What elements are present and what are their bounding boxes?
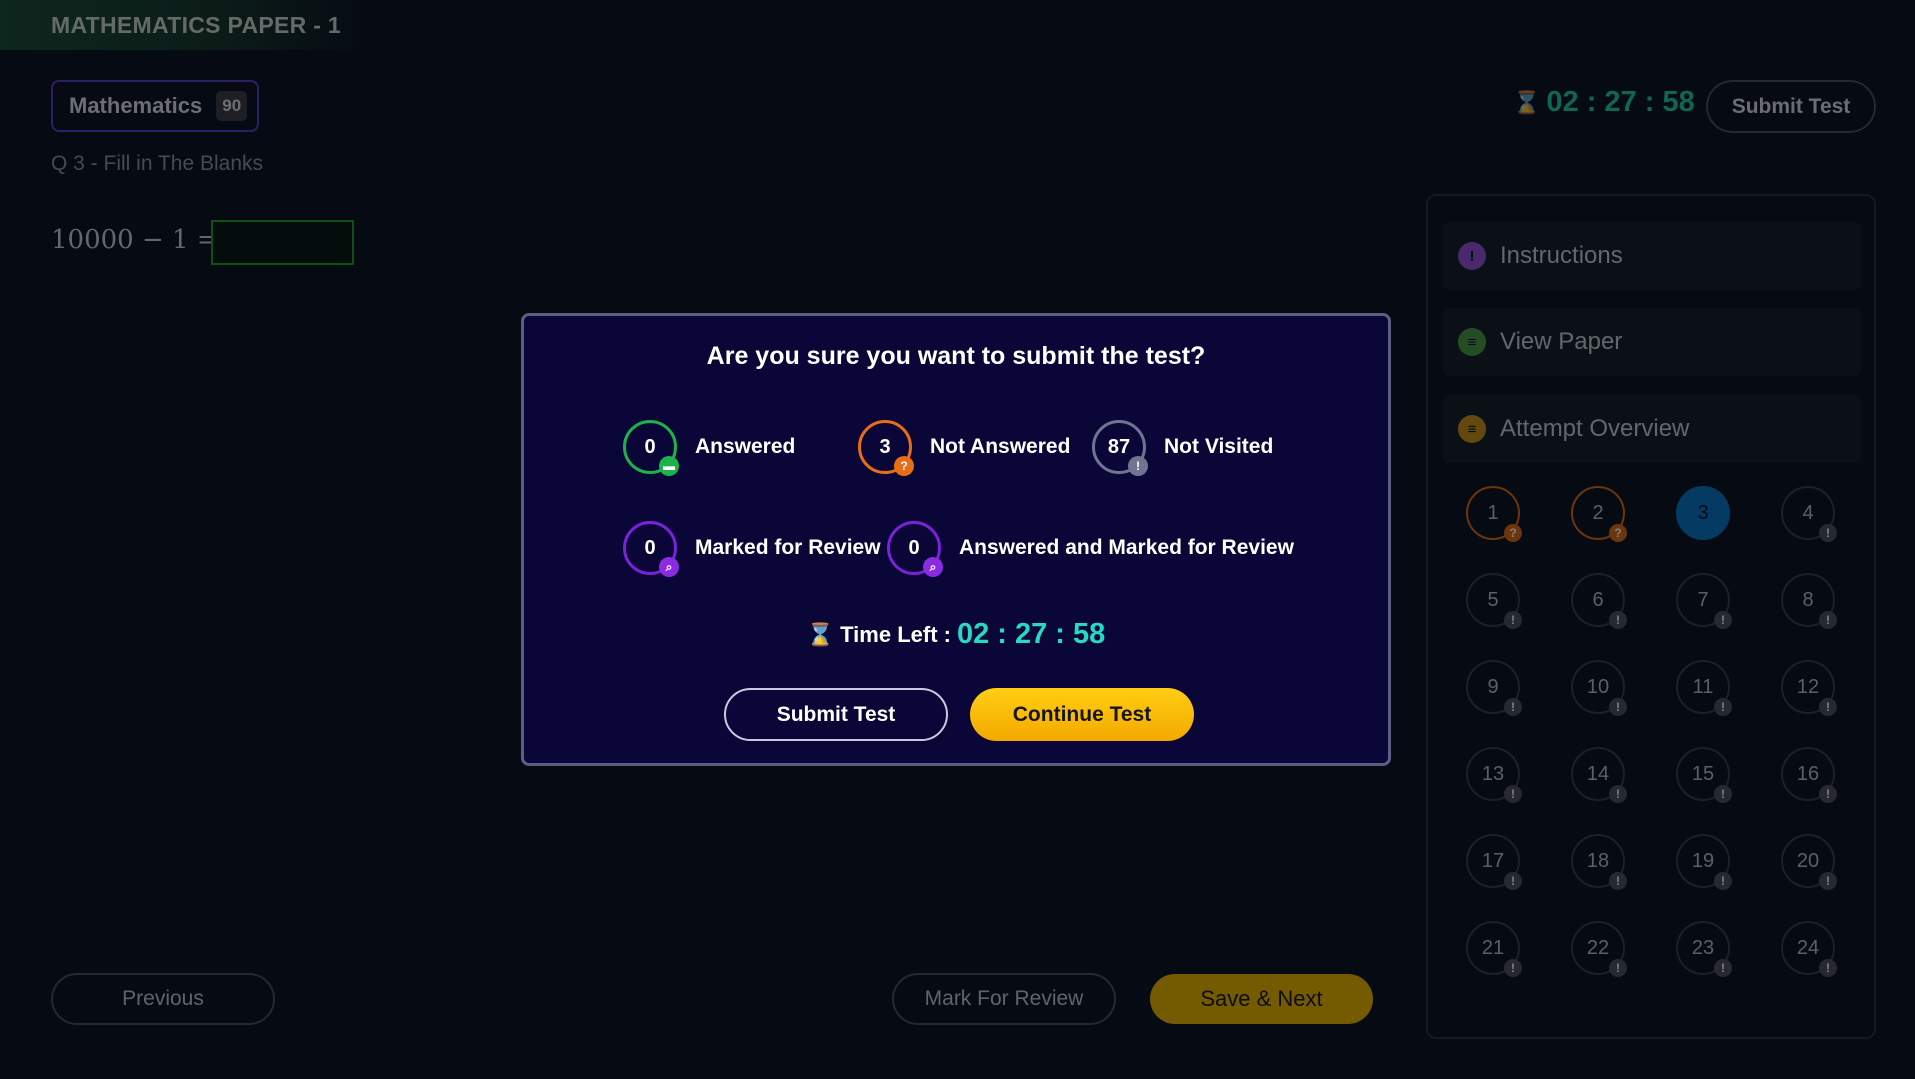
marked-review-count-ring: 0 ⌕ [623, 521, 679, 577]
answered-count: 0 [644, 435, 656, 458]
time-left: ⌛ Time Left : 02 : 27 : 58 [524, 618, 1388, 651]
not-answered-count-ring: 3 ? [858, 420, 914, 476]
modal-title: Are you sure you want to submit the test… [706, 342, 1206, 370]
stat-answered: 0 ▬ Answered [623, 420, 796, 476]
submit-test-button[interactable]: Submit Test [724, 688, 948, 741]
not-visited-label: Not Visited [1164, 435, 1274, 458]
marked-review-count: 0 [644, 536, 656, 559]
answered-marked-count: 0 [908, 536, 920, 559]
magnifier-check-icon: ⌕ [923, 557, 943, 577]
time-left-value: 02 : 27 : 58 [956, 618, 1106, 650]
answered-marked-label: Answered and Marked for Review [959, 536, 1294, 559]
magnifier-icon: ⌕ [659, 557, 679, 577]
not-answered-count: 3 [879, 435, 891, 458]
stat-not-visited: 87 ! Not Visited [1092, 420, 1274, 476]
not-answered-label: Not Answered [930, 435, 1071, 458]
answered-label: Answered [695, 435, 796, 458]
answered-marked-count-ring: 0 ⌕ [887, 521, 943, 577]
stat-answered-marked: 0 ⌕ Answered and Marked for Review [887, 521, 1294, 577]
time-left-label: Time Left : [840, 621, 951, 647]
not-visited-count-ring: 87 ! [1092, 420, 1148, 476]
stat-not-answered: 3 ? Not Answered [858, 420, 1071, 476]
continue-test-button[interactable]: Continue Test [970, 688, 1194, 741]
answered-count-ring: 0 ▬ [623, 420, 679, 476]
marked-review-label: Marked for Review [695, 536, 881, 559]
exclamation-icon: ! [1128, 456, 1148, 476]
not-visited-count: 87 [1107, 435, 1131, 458]
stat-marked-review: 0 ⌕ Marked for Review [623, 521, 881, 577]
chat-icon: ▬ [659, 456, 679, 476]
submit-confirmation-modal: Are you sure you want to submit the test… [521, 313, 1391, 766]
question-mark-icon: ? [894, 456, 914, 476]
hourglass-icon: ⌛ [806, 621, 835, 647]
